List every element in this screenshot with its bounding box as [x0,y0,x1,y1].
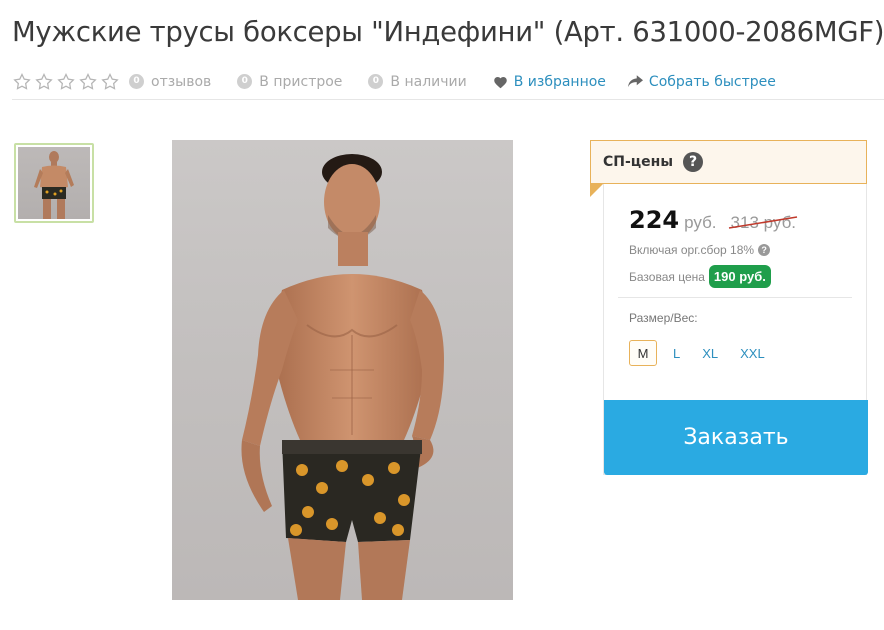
base-price-badge: 190 руб. [708,265,771,288]
price-currency: руб. [684,213,717,232]
size-option-l[interactable]: L [673,346,680,361]
order-button[interactable]: Заказать [604,400,868,475]
reviews-label: отзывов [151,73,212,90]
pristroy-link[interactable]: 0 В пристрое [237,74,342,90]
header-fold-decoration [590,184,603,197]
product-meta-bar: 0 отзывов 0 В пристрое 0 В наличии В изб… [12,68,884,100]
star-icon[interactable] [12,72,32,92]
reviews-link[interactable]: 0 отзывов [129,74,211,90]
stock-label: В наличии [390,73,467,90]
size-option-xl[interactable]: XL [702,346,718,361]
pristroy-label: В пристрое [259,73,343,90]
size-option-m[interactable]: M [629,340,657,366]
size-label: Размер/Вес: [629,311,698,325]
thumbnail-image [18,147,90,219]
collect-label: Собрать быстрее [648,73,776,90]
price-panel: СП-цены ? 224 руб. 313 руб. Включая орг.… [590,140,868,475]
stock-count-badge: 0 [368,74,384,89]
price-row: 224 руб. 313 руб. [629,206,797,234]
reviews-count-badge: 0 [129,74,144,89]
price-panel-title: СП-цены [603,154,674,170]
rating-stars[interactable] [12,72,120,92]
add-to-favorites-link[interactable]: В избранное [493,74,606,90]
star-icon[interactable] [100,72,120,92]
heart-icon [493,76,507,88]
product-main-image[interactable] [172,140,513,600]
page-title: Мужские трусы боксеры "Индефини" (Арт. 6… [12,16,884,48]
stock-link[interactable]: 0 В наличии [368,73,467,90]
size-selector: M L XL XXL [629,340,787,366]
collect-faster-link[interactable]: Собрать быстрее [627,73,776,90]
star-icon[interactable] [34,72,54,92]
price-panel-body: 224 руб. 313 руб. Включая орг.сбор 18% ?… [603,184,868,475]
fee-note: Включая орг.сбор 18% ? [629,243,771,257]
fee-help-icon[interactable]: ? [758,244,771,256]
product-thumbnail[interactable] [14,143,94,223]
question-circle-icon[interactable]: ? [683,152,704,172]
base-price-row: Базовая цена 190 руб. [629,265,771,288]
base-price-label: Базовая цена [629,269,705,284]
star-icon[interactable] [78,72,98,92]
price-panel-header: СП-цены ? [590,140,867,184]
strike-through-line [728,216,797,229]
model-illustration [241,154,444,600]
star-icon[interactable] [56,72,76,92]
size-option-xxl[interactable]: XXL [740,346,765,361]
favorites-label: В избранное [513,73,606,90]
fee-note-text: Включая орг.сбор 18% [629,243,755,257]
pristroy-count-badge: 0 [237,74,253,89]
old-price: 313 руб. [728,213,797,233]
current-price: 224 [629,206,680,234]
share-arrow-icon [627,75,643,88]
divider [618,297,852,298]
